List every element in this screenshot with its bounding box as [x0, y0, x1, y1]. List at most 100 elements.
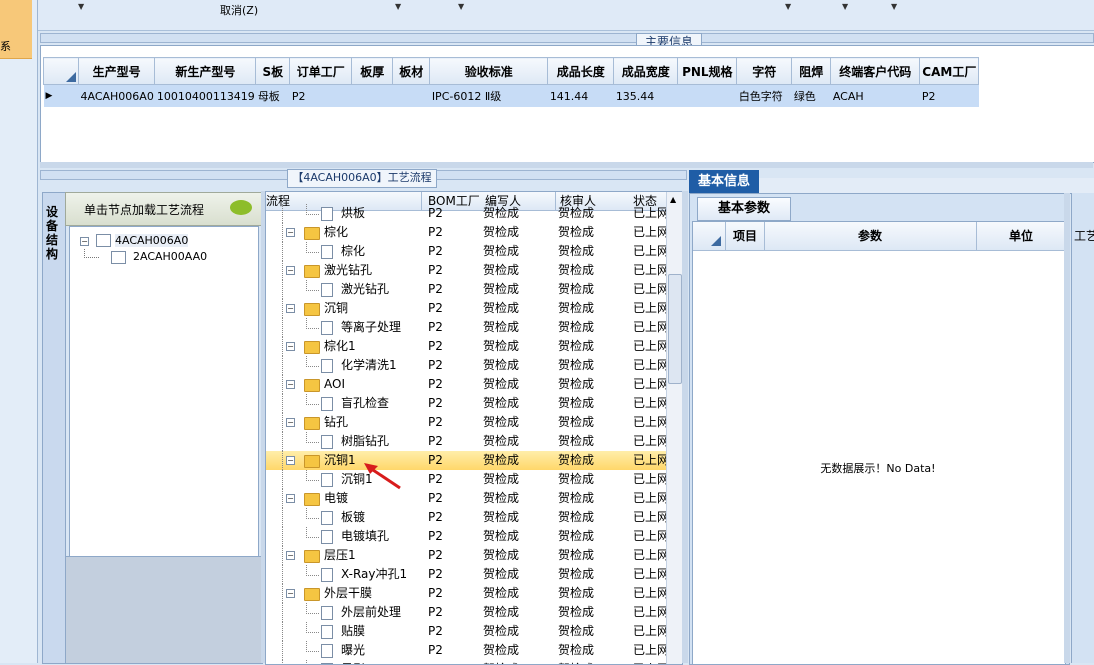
table-cell[interactable]: P2 — [920, 85, 979, 108]
far-right-tab[interactable]: 工艺 — [1074, 227, 1094, 244]
dropdown-arrow-icon[interactable]: ▼ — [891, 2, 897, 11]
status-cell[interactable]: 已上网 — [633, 299, 666, 318]
status-cell[interactable]: 已上网 — [633, 546, 666, 565]
col-header[interactable]: 板材 — [392, 57, 431, 85]
reviewer-cell[interactable]: 贺检成 — [558, 584, 628, 603]
bom-factory-cell[interactable]: P2 — [428, 508, 478, 527]
writer-cell[interactable]: 贺检成 — [483, 641, 553, 660]
reviewer-cell[interactable]: 贺检成 — [558, 451, 628, 470]
tab-basic-info[interactable]: 基本信息 — [689, 170, 759, 193]
vertical-scrollbar[interactable]: ▲ — [666, 192, 682, 664]
flow-step-label[interactable]: AOI — [324, 375, 420, 394]
bom-factory-cell[interactable]: P2 — [428, 451, 478, 470]
reviewer-cell[interactable]: 贺检成 — [558, 375, 628, 394]
writer-cell[interactable]: 贺检成 — [483, 204, 553, 223]
writer-cell[interactable]: 贺检成 — [483, 394, 553, 413]
flow-row[interactable]: 棕化 P2 贺检成 贺检成 已上网 — [266, 242, 666, 261]
bom-factory-cell[interactable]: P2 — [428, 242, 478, 261]
reviewer-cell[interactable]: 贺检成 — [558, 318, 628, 337]
status-cell[interactable]: 已上网 — [633, 204, 666, 223]
flow-row[interactable]: 外层前处理 P2 贺检成 贺检成 已上网 — [266, 603, 666, 622]
status-cell[interactable]: 已上网 — [633, 394, 666, 413]
flow-row[interactable]: − 电镀 P2 贺检成 贺检成 已上网 — [266, 489, 666, 508]
flow-step-label[interactable]: 贴膜 — [341, 622, 421, 641]
flow-row[interactable]: − 钻孔 P2 贺检成 贺检成 已上网 — [266, 413, 666, 432]
status-cell[interactable]: 已上网 — [633, 527, 666, 546]
bom-factory-cell[interactable]: P2 — [428, 584, 478, 603]
reviewer-cell[interactable]: 贺检成 — [558, 527, 628, 546]
writer-cell[interactable]: 贺检成 — [483, 451, 553, 470]
table-cell[interactable]: 白色字符 — [737, 85, 792, 108]
vertical-splitter[interactable] — [1064, 193, 1070, 663]
status-cell[interactable]: 已上网 — [633, 375, 666, 394]
bom-factory-cell[interactable]: P2 — [428, 470, 478, 489]
writer-cell[interactable]: 贺检成 — [483, 280, 553, 299]
vertical-splitter[interactable] — [682, 191, 688, 663]
flow-row[interactable]: 曝光 P2 贺检成 贺检成 已上网 — [266, 641, 666, 660]
bom-factory-cell[interactable]: P2 — [428, 318, 478, 337]
status-cell[interactable]: 已上网 — [633, 451, 666, 470]
collapse-icon[interactable]: − — [80, 237, 89, 246]
bom-factory-cell[interactable]: P2 — [428, 204, 478, 223]
status-cell[interactable]: 已上网 — [633, 470, 666, 489]
bom-factory-cell[interactable]: P2 — [428, 299, 478, 318]
status-cell[interactable]: 已上网 — [633, 261, 666, 280]
reviewer-cell[interactable]: 贺检成 — [558, 470, 628, 489]
bom-factory-cell[interactable]: P2 — [428, 432, 478, 451]
col-header[interactable]: 参数 — [764, 222, 977, 250]
reviewer-cell[interactable]: 贺检成 — [558, 489, 628, 508]
writer-cell[interactable]: 贺检成 — [483, 527, 553, 546]
table-cell[interactable]: ACAH — [831, 85, 920, 108]
collapse-icon[interactable]: − — [286, 380, 295, 389]
table-row[interactable]: ▶ 4ACAH006A0 10010400113419 母板 P2 IPC-60… — [43, 84, 979, 108]
bom-factory-cell[interactable]: P2 — [428, 641, 478, 660]
cancel-button[interactable]: 取消(Z) — [220, 2, 258, 18]
flow-row[interactable]: 激光钻孔 P2 贺检成 贺检成 已上网 — [266, 280, 666, 299]
writer-cell[interactable]: 贺检成 — [483, 299, 553, 318]
flow-row[interactable]: − AOI P2 贺检成 贺检成 已上网 — [266, 375, 666, 394]
flow-row[interactable]: 等离子处理 P2 贺检成 贺检成 已上网 — [266, 318, 666, 337]
writer-cell[interactable]: 贺检成 — [483, 337, 553, 356]
collapse-icon[interactable]: − — [286, 228, 295, 237]
writer-cell[interactable]: 贺检成 — [483, 565, 553, 584]
tree-node-label[interactable]: 2ACAH00AA0 — [133, 250, 207, 263]
flow-step-label[interactable]: 曝光 — [341, 641, 421, 660]
table-cell[interactable]: 135.44 — [614, 85, 678, 108]
flow-step-label[interactable]: 外层干膜 — [324, 584, 420, 603]
collapse-icon[interactable]: − — [286, 589, 295, 598]
col-header[interactable]: S板 — [255, 57, 291, 85]
scrollbar-thumb[interactable] — [668, 274, 682, 384]
reviewer-cell[interactable]: 贺检成 — [558, 204, 628, 223]
col-header[interactable]: 阻焊 — [791, 57, 832, 85]
reviewer-cell[interactable]: 贺检成 — [558, 622, 628, 641]
writer-cell[interactable]: 贺检成 — [483, 356, 553, 375]
reviewer-cell[interactable]: 贺检成 — [558, 432, 628, 451]
col-header[interactable]: 字符 — [736, 57, 793, 85]
writer-cell[interactable]: 贺检成 — [483, 413, 553, 432]
reviewer-cell[interactable]: 贺检成 — [558, 280, 628, 299]
reviewer-cell[interactable]: 贺检成 — [558, 508, 628, 527]
bom-factory-cell[interactable]: P2 — [428, 280, 478, 299]
flow-step-label[interactable]: 激光钻孔 — [341, 280, 421, 299]
col-header[interactable]: 订单工厂 — [289, 57, 353, 85]
table-cell[interactable]: IPC-6012 Ⅱ级 — [430, 85, 548, 108]
flow-row[interactable]: 化学清洗1 P2 贺检成 贺检成 已上网 — [266, 356, 666, 375]
flow-step-label[interactable]: 棕化1 — [324, 337, 420, 356]
status-cell[interactable]: 已上网 — [633, 337, 666, 356]
reviewer-cell[interactable]: 贺检成 — [558, 546, 628, 565]
status-cell[interactable]: 已上网 — [633, 584, 666, 603]
col-header[interactable]: 终端客户代码 — [830, 57, 921, 85]
flow-row[interactable]: − 棕化 P2 贺检成 贺检成 已上网 — [266, 223, 666, 242]
status-cell[interactable]: 已上网 — [633, 413, 666, 432]
flow-row[interactable]: 板镀 P2 贺检成 贺检成 已上网 — [266, 508, 666, 527]
writer-cell[interactable]: 贺检成 — [483, 261, 553, 280]
bom-factory-cell[interactable]: P2 — [428, 603, 478, 622]
flow-step-label[interactable]: 烘板 — [341, 204, 421, 223]
col-header[interactable]: 单位 — [977, 222, 1065, 250]
flow-step-label[interactable]: 棕化 — [341, 242, 421, 261]
collapse-icon[interactable]: − — [286, 551, 295, 560]
bom-factory-cell[interactable]: P2 — [428, 261, 478, 280]
writer-cell[interactable]: 贺检成 — [483, 584, 553, 603]
col-header[interactable]: 项目 — [725, 222, 765, 250]
reviewer-cell[interactable]: 贺检成 — [558, 394, 628, 413]
